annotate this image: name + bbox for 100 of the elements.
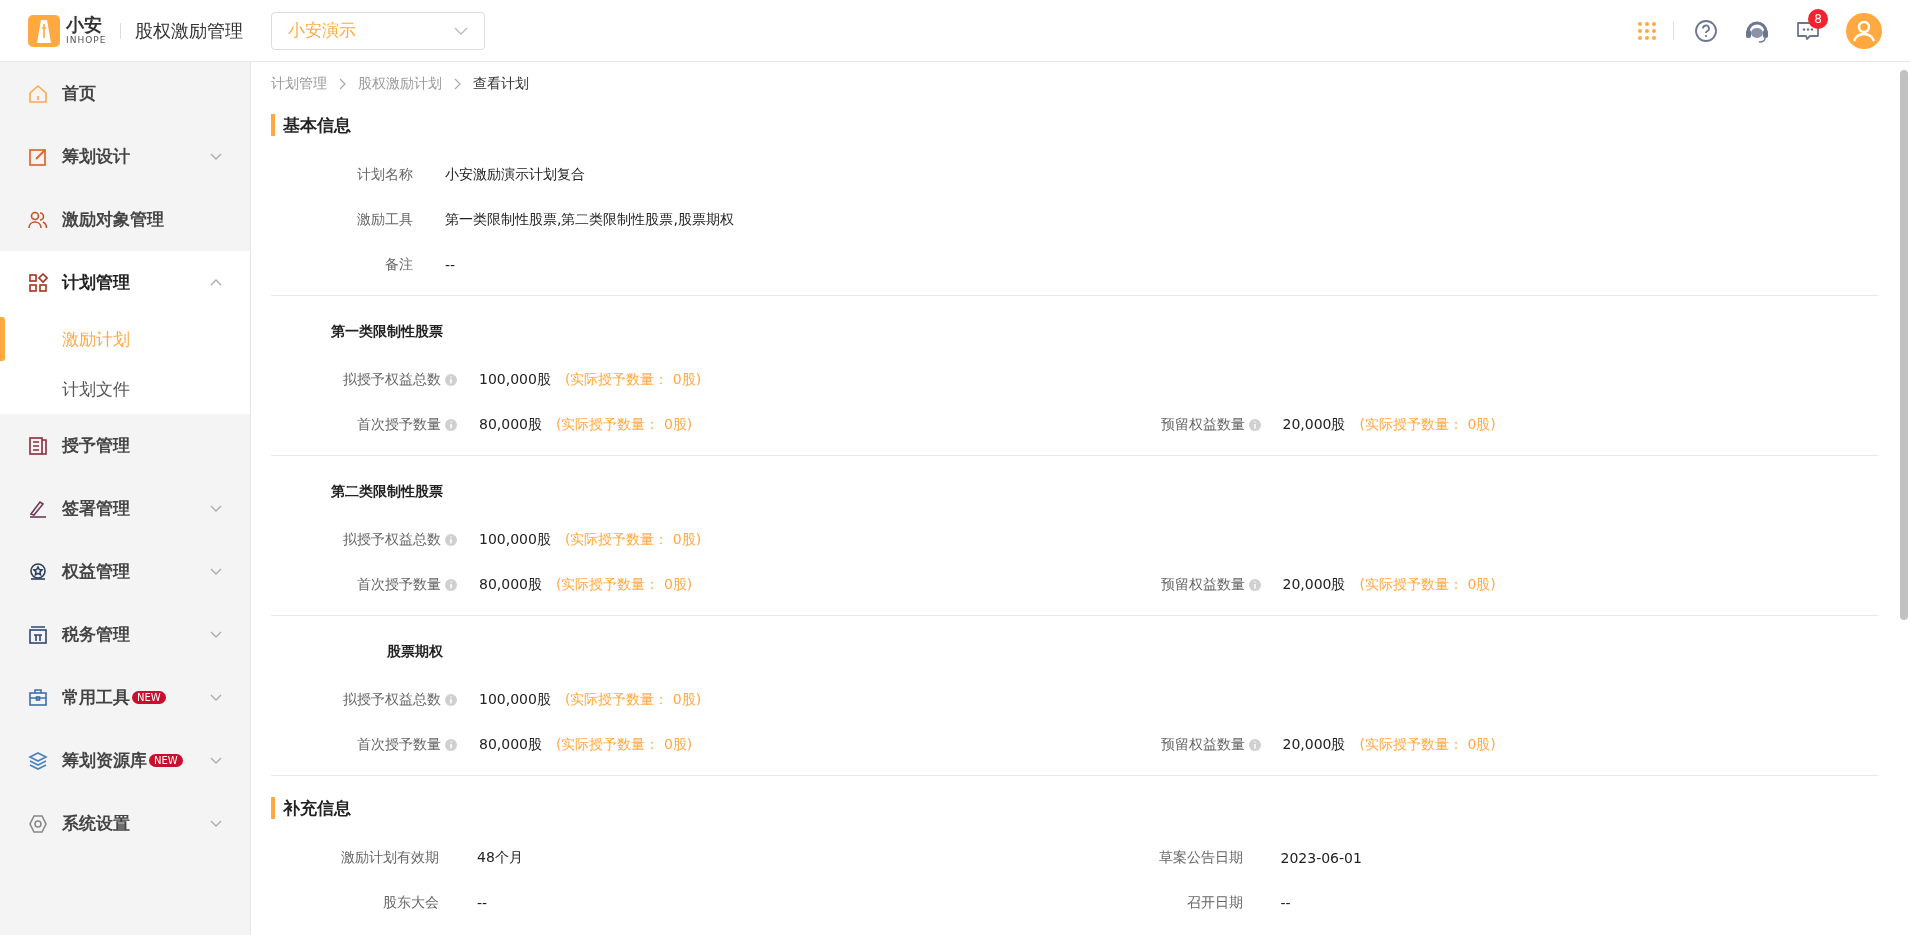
chevron-icon [210, 153, 222, 160]
help-icon[interactable] [1694, 18, 1718, 43]
field-label: 首次授予数量 [356, 415, 441, 434]
field-label: 预留权益数量 [1159, 735, 1245, 754]
actual-quantity: (实际授予数量： 0股) [564, 530, 702, 549]
info-icon[interactable] [445, 373, 457, 386]
field-label: 拟授予权益总数 [342, 530, 441, 549]
field-value: 100,000股 [479, 530, 551, 549]
field-label: 草案公告日期 [1157, 848, 1243, 867]
chevron-icon [210, 757, 222, 764]
chevron-right-icon [339, 78, 346, 90]
menu-item[interactable]: 系统设置 [0, 792, 250, 855]
actual-quantity: (实际授予数量： 0股) [564, 690, 702, 709]
field-value: 20,000股 [1282, 575, 1346, 594]
actual-quantity: (实际授予数量： 0股) [564, 370, 702, 389]
chevron-icon [210, 694, 222, 701]
menu-item[interactable]: 权益管理 [0, 540, 250, 603]
field-label: 首次授予数量 [356, 575, 441, 594]
field-value: 80,000股 [479, 735, 542, 754]
field-label: 备注 [384, 255, 413, 274]
scrollbar-thumb[interactable] [1900, 70, 1908, 620]
field-label: 预留权益数量 [1159, 575, 1245, 594]
info-icon[interactable] [445, 738, 457, 751]
actual-quantity: (实际授予数量： 0股) [556, 575, 693, 594]
field-value: 80,000股 [479, 415, 542, 434]
layers-icon [28, 750, 48, 771]
signature-icon [28, 498, 48, 519]
field-label: 召开日期 [1185, 893, 1243, 912]
instrument-title: 第一类限制性股票 [330, 322, 443, 341]
field-label: 股东大会 [382, 893, 439, 912]
tax-icon [28, 624, 48, 645]
edit-icon [28, 146, 48, 167]
field-label: 激励计划有效期 [340, 848, 439, 867]
field-value: 80,000股 [479, 575, 542, 594]
logo[interactable]: 小安 INHOPE [28, 14, 107, 47]
info-icon[interactable] [1248, 738, 1261, 751]
chevron-icon [210, 568, 222, 575]
actual-quantity: (实际授予数量： 0股) [556, 735, 693, 754]
field-value: -- [445, 256, 456, 273]
logo-icon [28, 14, 60, 47]
new-badge: NEW [149, 754, 183, 767]
field-value: 第一类限制性股票,第二类限制性股票,股票期权 [445, 210, 734, 229]
section-title: 补充信息 [271, 789, 1878, 827]
field-label: 拟授予权益总数 [342, 690, 441, 709]
actual-quantity: (实际授予数量： 0股) [1359, 415, 1496, 434]
info-icon[interactable] [445, 578, 457, 591]
info-icon[interactable] [445, 533, 457, 546]
menu-item[interactable]: 激励对象管理 [0, 188, 250, 251]
logo-text: 小安 [66, 16, 103, 34]
instrument-title: 第二类限制性股票 [330, 482, 443, 501]
grid-icon [28, 272, 48, 293]
section-title: 基本信息 [271, 106, 1878, 144]
instrument-title: 股票期权 [386, 642, 443, 661]
menu-item[interactable]: 税务管理 [0, 603, 250, 666]
toolbox-icon [28, 687, 48, 708]
menu-item[interactable]: 授予管理 [0, 414, 250, 477]
field-value: 小安激励演示计划复合 [445, 165, 585, 184]
actual-quantity: (实际授予数量： 0股) [1359, 735, 1496, 754]
field-label: 激励工具 [356, 210, 413, 229]
chevron-right-icon [454, 78, 461, 90]
field-value: 100,000股 [479, 370, 551, 389]
field-label: 拟授予权益总数 [342, 370, 441, 389]
apps-grid-icon[interactable] [1637, 20, 1657, 41]
notification-badge: 8 [1808, 8, 1828, 29]
field-label: 首次授予数量 [356, 735, 441, 754]
home-icon [28, 83, 48, 104]
menu-item[interactable]: 常用工具 NEW [0, 666, 250, 729]
field-value: -- [1280, 894, 1291, 911]
menu-item[interactable]: 首页 [0, 62, 250, 125]
field-value: -- [477, 894, 488, 911]
chevron-icon [210, 820, 222, 827]
field-value: 48个月 [477, 848, 523, 867]
info-icon[interactable] [1248, 418, 1261, 431]
menu-item[interactable]: 筹划资源库 NEW [0, 729, 250, 792]
caret-icon [454, 26, 469, 35]
logo-subtitle: INHOPE [66, 36, 107, 45]
field-label: 计划名称 [356, 165, 413, 184]
submenu-item[interactable]: 计划文件 [0, 364, 250, 414]
info-icon[interactable] [1248, 578, 1261, 591]
hexagon-icon [28, 813, 48, 834]
people-icon [28, 209, 48, 230]
avatar-icon[interactable] [1846, 12, 1882, 49]
actual-quantity: (实际授予数量： 0股) [556, 415, 693, 434]
field-label: 预留权益数量 [1159, 415, 1245, 434]
menu-item[interactable]: 筹划设计 [0, 125, 250, 188]
new-badge: NEW [132, 691, 166, 704]
chevron-icon [210, 631, 222, 638]
chevron-icon [210, 505, 222, 512]
field-value: 20,000股 [1282, 415, 1346, 434]
menu-item[interactable]: 计划管理 [0, 251, 250, 314]
document-icon [28, 435, 48, 456]
field-value: 20,000股 [1282, 735, 1346, 754]
app-title: 股权激励管理 [135, 18, 244, 43]
info-icon[interactable] [445, 693, 457, 706]
menu-item[interactable]: 签署管理 [0, 477, 250, 540]
actual-quantity: (实际授予数量： 0股) [1359, 575, 1496, 594]
info-icon[interactable] [445, 418, 457, 431]
field-value: 2023-06-01 [1280, 849, 1362, 866]
field-value: 100,000股 [479, 690, 551, 709]
badge-icon [28, 561, 48, 582]
